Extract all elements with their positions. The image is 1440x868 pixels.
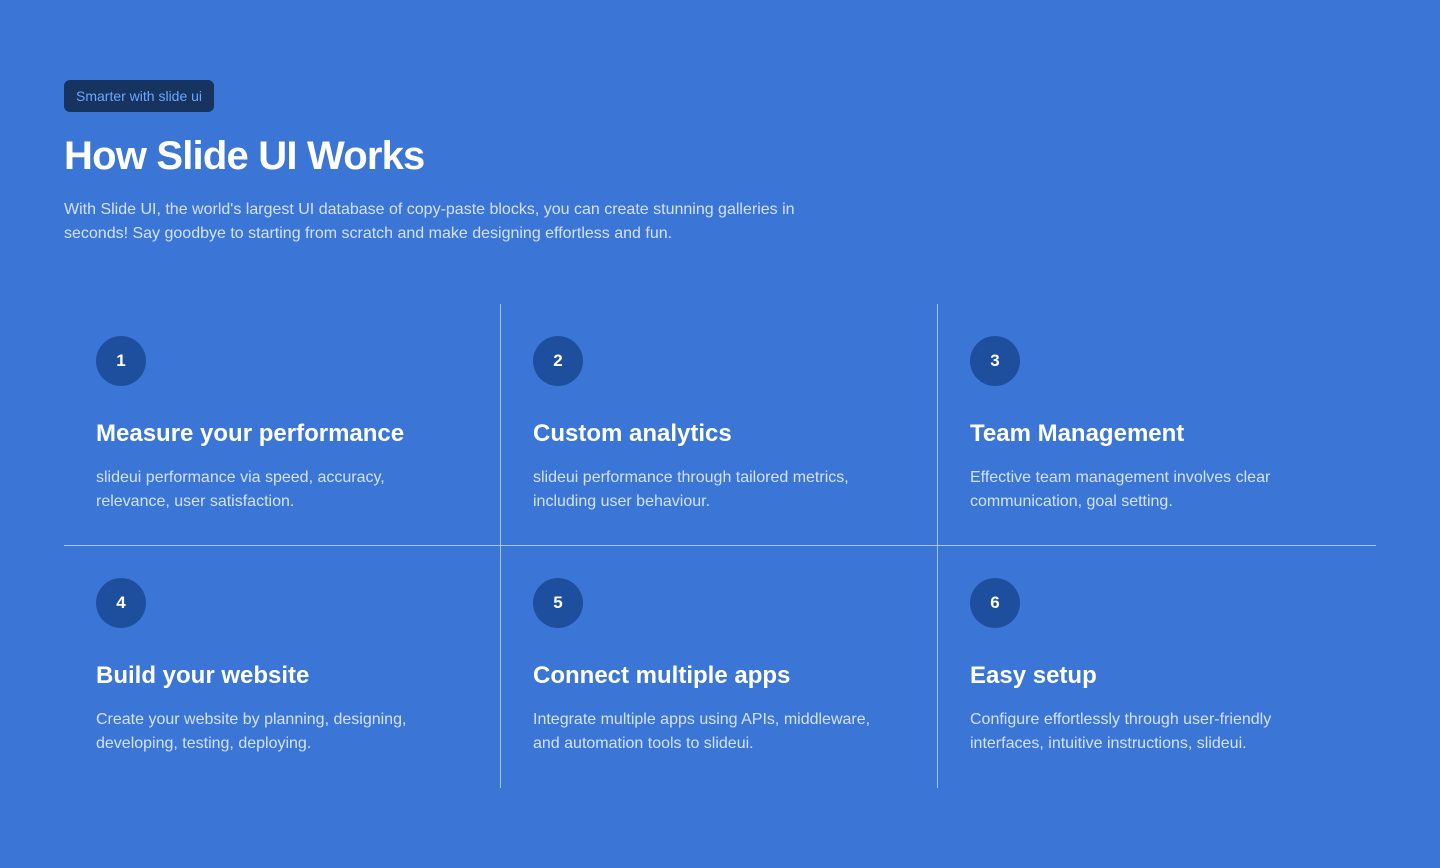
step-description: Configure effortlessly through user-frie… [970, 711, 1272, 752]
step-card-3: 3 Team Management Effective team managem… [938, 304, 1376, 546]
step-title: Connect multiple apps [533, 662, 791, 689]
section-badge: Smarter with slide ui [64, 80, 215, 112]
page-description: With Slide UI, the world's largest UI da… [64, 201, 795, 242]
step-number-badge: 5 [533, 578, 583, 628]
step-title: Team Management [970, 420, 1185, 447]
step-card-2: 2 Custom analytics slideui performance t… [501, 304, 938, 546]
step-title: Custom analytics [533, 420, 732, 447]
step-description: Create your website by planning, designi… [96, 711, 407, 752]
step-card-5: 5 Connect multiple apps Integrate multip… [501, 546, 938, 788]
step-description: slideui performance through tailored met… [533, 469, 849, 510]
step-card-1: 1 Measure your performance slideui perfo… [64, 304, 501, 546]
steps-grid: 1 Measure your performance slideui perfo… [64, 304, 1376, 788]
how-it-works-header: Smarter with slide ui How Slide UI Works… [64, 80, 1376, 246]
step-number-badge: 2 [533, 336, 583, 386]
step-description: slideui performance via speed, accuracy,… [96, 469, 385, 510]
step-card-6: 6 Easy setup Configure effortlessly thro… [938, 546, 1376, 788]
step-title: Measure your performance [96, 420, 405, 447]
step-number-badge: 3 [970, 336, 1020, 386]
step-description: Effective team management involves clear… [970, 469, 1271, 510]
step-number-badge: 6 [970, 578, 1020, 628]
step-title: Easy setup [970, 662, 1097, 689]
step-number-badge: 1 [96, 336, 146, 386]
step-description: Integrate multiple apps using APIs, midd… [533, 711, 871, 752]
step-number-badge: 4 [96, 578, 146, 628]
page-title: How Slide UI Works [64, 134, 425, 178]
step-title: Build your website [96, 662, 310, 689]
step-card-4: 4 Build your website Create your website… [64, 546, 501, 788]
